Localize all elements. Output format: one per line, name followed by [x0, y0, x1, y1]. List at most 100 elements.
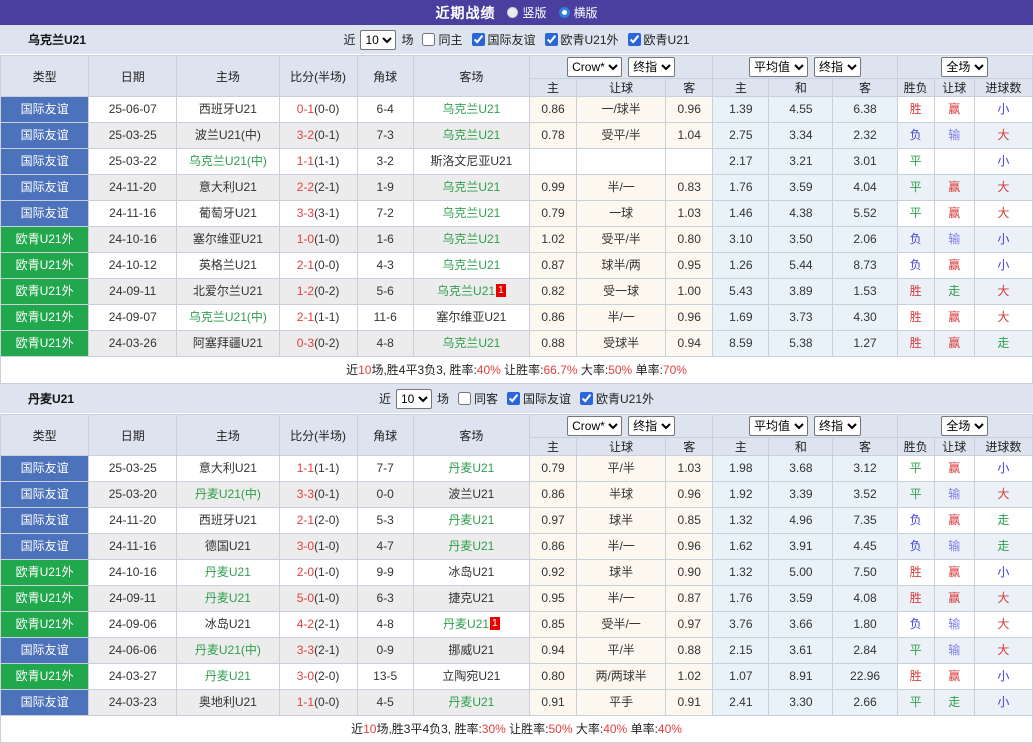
- horizontal-layout-radio[interactable]: 横版: [558, 4, 598, 21]
- type-cell: 国际友谊: [0, 122, 90, 149]
- avg-away-odds: 3.52: [832, 481, 898, 508]
- home-team-cell: 意大利U21: [176, 455, 280, 482]
- result-cell: 胜: [896, 96, 935, 123]
- average-select[interactable]: 平均值: [748, 416, 808, 436]
- avg-home-odds: 3.10: [712, 226, 770, 253]
- avg-home-odds: 1.32: [712, 559, 770, 586]
- average-select[interactable]: 平均值: [748, 57, 808, 77]
- corners-cell: 7-3: [356, 122, 414, 149]
- type-cell: 欧青U21外: [0, 663, 90, 690]
- same-venue-checkbox[interactable]: [422, 33, 436, 46]
- type-cell: 欧青U21外: [0, 611, 90, 638]
- radio-unselected-icon[interactable]: [507, 7, 519, 18]
- handicap-result-cell: 输: [933, 611, 975, 638]
- handicap-result-cell: 赢: [933, 559, 975, 586]
- sub-header-3: 主: [712, 78, 770, 97]
- home-team-cell: 英格兰U21: [176, 252, 280, 279]
- fulltime-score: 1-1: [296, 695, 315, 709]
- team-name: 丹麦U21: [28, 392, 75, 406]
- corners-cell: 0-9: [356, 637, 414, 664]
- avg-home-odds: 1.07: [712, 663, 770, 690]
- crow-away-odds: 0.85: [665, 507, 714, 534]
- avg-draw-odds: 8.91: [768, 663, 834, 690]
- fulltime-select[interactable]: 全场: [941, 57, 989, 77]
- final-odds-select-2[interactable]: 终指: [813, 57, 861, 77]
- fulltime-score: 3-3: [296, 206, 315, 220]
- avg-draw-odds: 5.38: [768, 330, 834, 357]
- fulltime-score: 5-0: [296, 591, 315, 605]
- final-odds-select-2[interactable]: 终指: [813, 416, 861, 436]
- fulltime-score: 1-1: [296, 461, 315, 475]
- league-0-checkbox[interactable]: [471, 33, 485, 46]
- result-cell: 平: [896, 455, 935, 482]
- vertical-layout-label: 竖版: [522, 6, 547, 20]
- away-team-cell: 乌克兰U21 1: [412, 278, 530, 305]
- corners-cell: 4-7: [356, 533, 414, 560]
- result-cell: 胜: [896, 278, 935, 305]
- filter-unit-label: 场: [401, 33, 414, 47]
- score-cell: 3-3(3-1): [278, 200, 358, 227]
- score-cell: 2-1(1-1): [278, 304, 358, 331]
- fulltime-select[interactable]: 全场: [941, 416, 989, 436]
- away-team-name: 丹麦U21: [443, 617, 490, 631]
- league-0-checkbox[interactable]: [507, 392, 520, 405]
- halftime-score: (1-1): [314, 310, 340, 324]
- avg-draw-odds: 4.96: [768, 507, 834, 534]
- crow-home-odds: 0.78: [528, 122, 578, 149]
- home-team-name: 葡萄牙U21: [198, 206, 257, 220]
- avg-away-odds: 2.06: [832, 226, 898, 253]
- final-odds-select-1[interactable]: 终指: [628, 416, 676, 436]
- vertical-layout-radio[interactable]: 竖版: [507, 4, 547, 21]
- date-cell: 24-03-27: [88, 663, 178, 690]
- away-team-cell: 丹麦U21: [412, 455, 530, 482]
- crow-home-odds: 1.02: [528, 226, 578, 253]
- home-team-cell: 丹麦U21: [176, 559, 280, 586]
- col-header-5: 客场: [412, 55, 530, 97]
- away-team-name: 丹麦U21: [448, 461, 495, 475]
- score-cell: 1-1(1-1): [278, 148, 358, 175]
- avg-home-odds: 2.15: [712, 637, 770, 664]
- summary-stat-value: 40%: [603, 722, 628, 736]
- table-row: 欧青U21外 24-09-11 北爱尔兰U21 1-2(0-2) 5-6 乌克兰U21 1 0…: [0, 278, 1033, 305]
- away-team-cell: 丹麦U21 1: [412, 611, 530, 638]
- sub-header-6: 胜负: [896, 78, 935, 97]
- goals-result-cell: 走: [973, 533, 1033, 560]
- league-1-checkbox[interactable]: [544, 33, 558, 46]
- away-team-name: 乌克兰U21: [442, 102, 501, 116]
- league-1-checkbox[interactable]: [580, 392, 594, 405]
- col-header-3: 比分(半场): [278, 55, 358, 97]
- radio-selected-icon[interactable]: [558, 7, 570, 18]
- crow-handicap: 球半/两: [576, 252, 667, 279]
- score-cell: 2-2(2-1): [278, 174, 358, 201]
- crow-away-odds: 0.96: [665, 96, 714, 123]
- avg-draw-odds: 3.21: [768, 148, 834, 175]
- table-row: 欧青U21外 24-10-16 丹麦U21 2-0(1-0) 9-9 冰岛U21 0.92 球…: [0, 559, 1033, 586]
- table-row: 国际友谊 24-11-16 德国U21 3-0(1-0) 4-7 丹麦U21 0.86 半/一…: [0, 533, 1033, 560]
- odds-source-select[interactable]: Crow*: [567, 57, 623, 77]
- home-team-name: 丹麦U21: [204, 565, 251, 579]
- goals-result-cell: 小: [973, 689, 1033, 716]
- corners-cell: 5-6: [356, 278, 414, 305]
- match-count-select[interactable]: 10: [360, 29, 397, 50]
- score-cell: 0-1(0-0): [278, 96, 358, 123]
- score-cell: 0-3(0-2): [278, 330, 358, 357]
- date-cell: 24-09-06: [88, 611, 178, 638]
- halftime-score: (1-0): [314, 232, 340, 246]
- halftime-score: (2-1): [314, 180, 340, 194]
- fulltime-score: 1-2: [296, 284, 315, 298]
- crow-away-odds: 1.04: [665, 122, 714, 149]
- same-venue-checkbox[interactable]: [457, 392, 471, 405]
- score-cell: 3-3(2-1): [278, 637, 358, 664]
- table-row: 国际友谊 25-06-07 西班牙U21 0-1(0-0) 6-4 乌克兰U21 0.86 一…: [0, 96, 1033, 123]
- match-count-select[interactable]: 10: [395, 388, 432, 409]
- home-team-cell: 葡萄牙U21: [176, 200, 280, 227]
- filter-near-label: 近: [343, 33, 356, 47]
- results-table: 类型 日期 主场 比分(半场) 角球 客场 Crow* 终指 平均值 终指 全场主让球客主和客胜负让…: [0, 55, 1033, 384]
- crow-home-odds: 0.86: [528, 96, 578, 123]
- league-2-checkbox[interactable]: [627, 33, 641, 46]
- avg-home-odds: 2.75: [712, 122, 770, 149]
- final-odds-select-1[interactable]: 终指: [628, 57, 676, 77]
- crow-home-odds: 0.86: [528, 533, 578, 560]
- odds-source-select[interactable]: Crow*: [567, 416, 623, 436]
- away-team-name: 冰岛U21: [448, 565, 495, 579]
